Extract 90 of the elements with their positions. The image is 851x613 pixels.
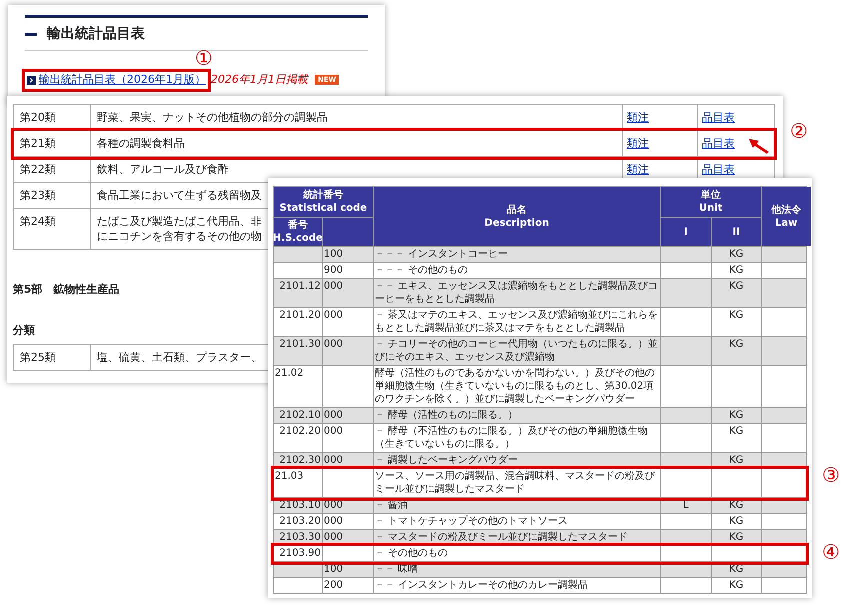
annotation-number: ② [790, 121, 808, 141]
sub-code-cell: 000 [324, 310, 344, 321]
description-cell: － 酵母（活性のものに限る。） [375, 410, 518, 421]
section-subheading: 分類 [13, 323, 35, 338]
item-list-link[interactable]: 品目表 [702, 137, 735, 150]
description-cell: － 酵母（不活性のものに限る。）及びその他の単細胞微生物（生きていないものに限る。） [375, 426, 648, 450]
annotation-number: ① [195, 48, 213, 68]
code-cell: 2102.20 [280, 426, 321, 437]
header-cell: II [712, 218, 761, 246]
sub-code-cell: 000 [324, 410, 344, 421]
code-cell: 2102.10 [280, 410, 321, 421]
description-cell: － トマトケチャップその他のトマトソース [375, 516, 568, 527]
unit-cell: L [683, 500, 689, 511]
chapter-title: 各種の調製食料品 [97, 136, 185, 151]
unit-cell: KG [729, 564, 744, 575]
page-title: 輸出統計品目表 [47, 24, 145, 44]
notes-link[interactable]: 類注 [627, 137, 649, 150]
unit-cell: KG [729, 281, 744, 292]
description-cell: －－ エキス、エッセンス又は濃縮物をもととした調製品及びコーヒーをもととした調製品 [375, 281, 658, 305]
sub-code-cell: 100 [324, 249, 344, 260]
unit-cell: KG [729, 580, 744, 591]
header-cell [323, 218, 373, 246]
sub-code-cell: 000 [324, 516, 344, 527]
unit-cell: KG [729, 426, 744, 437]
header-cell: I [661, 218, 711, 246]
sub-code-cell: 900 [324, 265, 344, 276]
unit-cell: KG [729, 265, 744, 276]
chapter-number: 第22類 [20, 163, 56, 176]
sub-code-cell: 000 [324, 426, 344, 437]
description-cell: － チコリーその他のコーヒー代用物（いつたものに限る。）並びにそのエキス、エッセンス及び濃縮物 [375, 339, 658, 363]
notes-link[interactable]: 類注 [627, 111, 649, 124]
unit-cell: KG [729, 455, 744, 466]
code-cell: 2101.30 [280, 339, 321, 350]
code-cell: 2103.30 [280, 532, 321, 543]
description-cell: － 調製したベーキングパウダー [375, 455, 518, 466]
item-list-link[interactable]: 品目表 [702, 163, 735, 176]
arrow-icon [748, 138, 770, 154]
sub-code-cell: 000 [324, 500, 344, 511]
description-cell: － マスタードの粉及びミール並びに調製したマスタード [375, 532, 628, 543]
description-cell: － その他のもの [375, 548, 448, 559]
chapter-number: 第24類 [20, 215, 56, 228]
header-cell: 番号 H.S.code [274, 218, 322, 246]
chapter-title: 飲料、アルコール及び食酢 [97, 162, 229, 177]
sub-code-cell: 000 [324, 281, 344, 292]
description-cell: ソース、ソース用の調製品、混合調味料、マスタードの粉及びミール並びに調製したマスタード [375, 471, 655, 495]
code-cell: 2101.12 [280, 281, 321, 292]
chapter-number: 第25類 [20, 351, 56, 364]
description-cell: －－－ その他のもの [375, 265, 468, 276]
header-cell: 他法令 Law [762, 187, 811, 246]
code-cell: 2103.90 [280, 548, 321, 559]
code-cell: 2103.20 [280, 516, 321, 527]
sub-code-cell: 000 [324, 532, 344, 543]
description-cell: －－ インスタントカレーその他のカレー調製品 [375, 580, 588, 591]
sub-code-cell: 100 [324, 564, 344, 575]
chapter-title: たばこ及び製造たばこ代用品、非 にニコチンを含有するその他の物 [97, 214, 262, 244]
annotation-number: ③ [822, 465, 840, 485]
posted-date: 2026年1月1日掲載 [211, 72, 308, 88]
annotation-number: ④ [822, 542, 840, 562]
unit-cell: KG [729, 532, 744, 543]
chapter-number: 第21類 [20, 137, 56, 150]
chapter-title: 野菜、果実、ナットその他植物の部分の調製品 [97, 110, 328, 125]
sub-code-cell: 200 [324, 580, 344, 591]
unit-cell: KG [729, 500, 744, 511]
chevron-icon [27, 76, 36, 85]
description-cell: 酵母（活性のものであるかないかを問わない。）及びその他の単細胞微生物（生きていないものに限るものとし、第30.02項のワクチンを除く。）並びに調製したベーキングパウダー [375, 368, 655, 405]
description-cell: － 茶又はマテのエキス、エッセンス及び濃縮物並びにこれらをもととした調製品並びに茶又はマテをもととした調製品 [375, 310, 658, 334]
unit-cell: KG [729, 410, 744, 421]
header-cell: 品名 Description [374, 187, 660, 246]
chapter-number: 第20類 [20, 111, 56, 124]
code-cell: 2103.10 [280, 500, 321, 511]
code-cell: 21.03 [275, 471, 304, 482]
unit-cell: KG [729, 310, 744, 321]
sub-code-cell: 000 [324, 339, 344, 350]
sub-code-cell: 000 [324, 455, 344, 466]
unit-cell: KG [729, 339, 744, 350]
section-heading: 第5部 鉱物性生産品 [13, 282, 120, 297]
chapter-number: 第23類 [20, 189, 56, 202]
unit-cell: KG [729, 516, 744, 527]
header-cell: 単位 Unit [661, 187, 761, 217]
item-list-link[interactable]: 品目表 [702, 111, 735, 124]
chapter-title: 食品工業において生ずる残留物及 [97, 188, 262, 203]
unit-cell: KG [729, 249, 744, 260]
notes-link[interactable]: 類注 [627, 163, 649, 176]
chapter-title: 塩、硫黄、土石類、プラスター、 [97, 350, 262, 365]
description-cell: －－－ インスタントコーヒー [375, 249, 508, 260]
code-cell: 2101.20 [280, 310, 321, 321]
header-cell: 統計番号 Statistical code [274, 187, 373, 217]
heading-marker-icon [25, 32, 37, 36]
code-cell: 21.02 [275, 368, 304, 379]
code-cell: 2102.30 [280, 455, 321, 466]
